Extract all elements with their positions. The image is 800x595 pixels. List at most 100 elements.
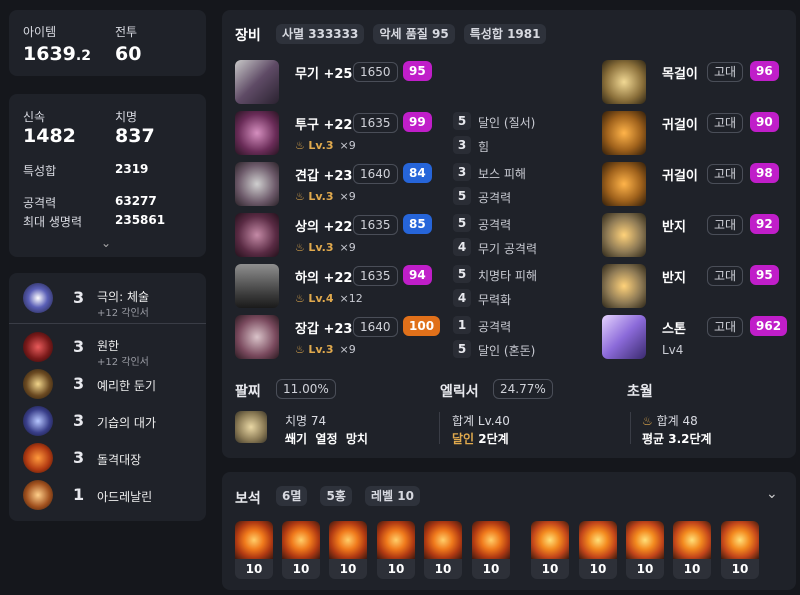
accessory-quality: 90 [750, 112, 779, 132]
equipment-name: 장갑 +23 [295, 322, 353, 337]
engraving-name: 예리한 둔기 [97, 379, 157, 393]
accessory-icon[interactable] [602, 213, 646, 257]
collapse-gems-icon[interactable]: ⌄ [766, 486, 778, 502]
gem-icon [531, 521, 569, 559]
gem-icon [235, 521, 273, 559]
engraving-row[interactable]: 3 극의: 체술 +12 각인서 [23, 283, 207, 319]
equipment-icon[interactable] [235, 60, 279, 104]
gem-level: 10 [282, 559, 320, 579]
engraving-row[interactable]: 3 예리한 둔기 [23, 369, 207, 399]
engraving-level: 1 [73, 485, 85, 504]
engrave-effect-name: 공격력 [478, 320, 512, 334]
equipment-quality: 84 [403, 163, 432, 183]
gem-level: 10 [626, 559, 664, 579]
swiftness-value: 1482 [23, 125, 76, 147]
engrave-effect-count: 5 [453, 187, 471, 205]
engrave-effect-name: 무기 공격력 [478, 242, 538, 256]
engraving-name: 기습의 대가 [97, 416, 157, 430]
accessory-grade: 고대 [707, 62, 744, 82]
item-level-label: 아이템 [23, 25, 57, 39]
equipment-transcend: ♨ Lv.3 ×9 [295, 241, 356, 254]
gem-slot[interactable]: 10 [282, 521, 320, 581]
accessory-icon[interactable] [602, 162, 646, 206]
equipment-icon[interactable] [235, 264, 279, 308]
accessory-name: 반지 [662, 271, 686, 286]
accessory-quality: 95 [750, 265, 779, 285]
engrave-effect-count: 3 [453, 136, 471, 154]
accessory-icon[interactable] [602, 111, 646, 155]
engrave-effect-count: 5 [453, 112, 471, 130]
gem-level: 10 [472, 559, 510, 579]
stone-level: Lv4 [662, 343, 684, 357]
transcend-level: Lv.3 [308, 139, 334, 152]
equipment-icon[interactable] [235, 111, 279, 155]
accessory-name: 귀걸이 [662, 118, 698, 133]
gem-icon [377, 521, 415, 559]
gem-slot[interactable]: 10 [531, 521, 569, 581]
equipment-item-level: 1635 [353, 266, 398, 286]
gem-icon [329, 521, 367, 559]
gem-slot[interactable]: 10 [673, 521, 711, 581]
gem-level: 10 [721, 559, 759, 579]
equipment-quality: 99 [403, 112, 432, 132]
engraving-row[interactable]: 3 원한 +12 각인서 [23, 332, 207, 368]
engrave-effect-name: 보스 피해 [478, 167, 526, 181]
engrave-effect-name: 달인 (혼돈) [478, 344, 536, 358]
gem-slot[interactable]: 10 [235, 521, 273, 581]
gem-tags: 6멸 5홍 레벨 10 [276, 485, 420, 506]
engraving-book: +12 각인서 [97, 357, 149, 368]
engrave-effect-name: 치명타 피해 [478, 269, 538, 283]
engraving-row[interactable]: 3 기습의 대가 [23, 406, 207, 436]
equipment-icon[interactable] [235, 315, 279, 359]
equipment-icon[interactable] [235, 162, 279, 206]
gem-level: 10 [531, 559, 569, 579]
gem-slot[interactable]: 10 [472, 521, 510, 581]
transcend-line2: 평균 3.2단계 [642, 432, 712, 446]
item-level-value: 1639.2 [23, 43, 91, 65]
engraving-name: 아드레날린 [97, 490, 153, 504]
summary-panel: 아이템 1639.2 전투 60 [9, 10, 206, 76]
gem-level: 10 [424, 559, 462, 579]
engraving-level: 3 [73, 411, 85, 430]
elixir-line2: 달인 2단계 [452, 432, 509, 446]
gem-slot[interactable]: 10 [721, 521, 759, 581]
bracelet-line1: 치명 74 [285, 414, 327, 428]
flame-icon: ♨ [295, 241, 305, 254]
engraving-book: +12 각인서 [97, 308, 149, 319]
combat-level-value: 60 [115, 43, 142, 65]
equipment-quality: 94 [403, 265, 432, 285]
accessory-quality: 96 [750, 61, 779, 81]
accessory-icon[interactable] [602, 60, 646, 104]
gems-panel: 보석 6멸 5홍 레벨 10 ⌄ 10 10 10 10 10 10 10 10 10 10 10 [222, 472, 796, 590]
gem-slot[interactable]: 10 [424, 521, 462, 581]
gem-slot[interactable]: 10 [626, 521, 664, 581]
accessory-icon[interactable] [602, 315, 646, 359]
transcend-level: Lv.3 [308, 241, 334, 254]
gem-level: 10 [673, 559, 711, 579]
engraving-name: 극의: 체술 [97, 290, 150, 304]
accessory-icon[interactable] [602, 264, 646, 308]
hp-label: 최대 생명력 [23, 215, 83, 229]
gem-slot[interactable]: 10 [329, 521, 367, 581]
special-total-label: 특성합 [23, 164, 57, 178]
equipment-panel: 장비 사멸 333333 악세 품질 95 특성합 1981 무기 +25 165… [222, 10, 796, 458]
accessory-name: 반지 [662, 220, 686, 235]
transcend-level: Lv.3 [308, 343, 334, 356]
engraving-row[interactable]: 1 아드레날린 [23, 480, 207, 510]
engraving-row[interactable]: 3 돌격대장 [23, 443, 207, 473]
engrave-effect-name: 달인 (질서) [478, 116, 536, 130]
gem-slot[interactable]: 10 [579, 521, 617, 581]
elixir-line1: 합계 Lv.40 [452, 414, 510, 428]
equipment-quality: 100 [403, 316, 441, 336]
tag-set: 사멸 333333 [276, 24, 365, 44]
transcend-level: Lv.4 [308, 292, 334, 305]
engraving-level: 3 [73, 337, 85, 356]
accessory-name: 스톤 [662, 322, 686, 337]
transcend-count: ×12 [339, 292, 363, 305]
transcend-line1: ♨ 합계 48 [642, 414, 698, 428]
expand-stats-icon[interactable]: ⌄ [101, 236, 111, 250]
engraving-level: 3 [73, 288, 85, 307]
equipment-icon[interactable] [235, 213, 279, 257]
gem-slot[interactable]: 10 [377, 521, 415, 581]
engrave-effect-name: 무력화 [478, 293, 512, 307]
